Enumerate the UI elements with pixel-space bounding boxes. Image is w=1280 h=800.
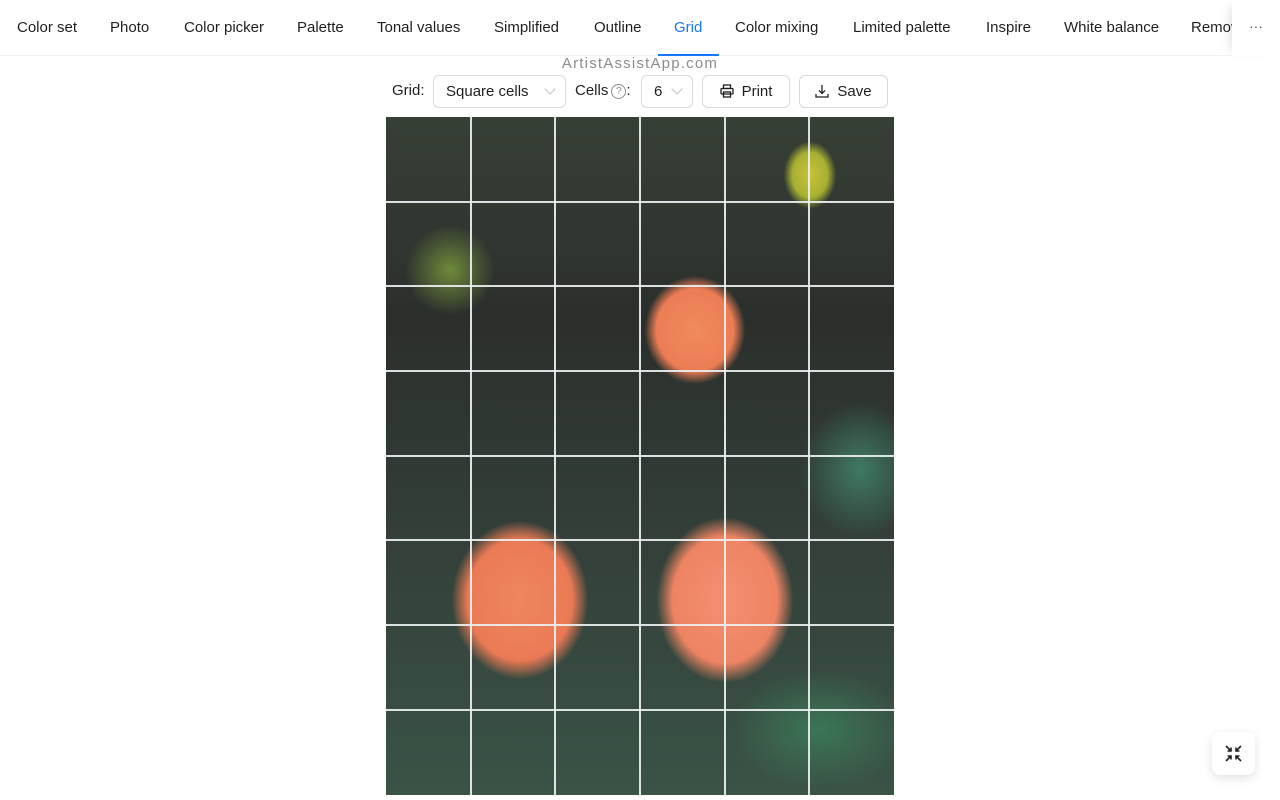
download-icon (815, 85, 830, 98)
fullscreen-exit-icon (1225, 745, 1242, 762)
tab-color-mixing[interactable]: Color mixing (735, 0, 818, 56)
print-label: Print (741, 83, 773, 100)
printer-icon (719, 84, 734, 98)
print-button[interactable]: Print (702, 75, 790, 108)
help-icon[interactable]: ? (611, 84, 627, 99)
grid-line-horizontal (386, 539, 894, 541)
save-label: Save (837, 83, 872, 100)
tab-color-set[interactable]: Color set (17, 0, 77, 56)
grid-type-value: Square cells (446, 83, 529, 100)
grid-line-horizontal (386, 285, 894, 287)
cells-label: Cells?: (575, 82, 631, 99)
watermark: ArtistAssistApp.com (561, 55, 719, 72)
grid-line-horizontal (386, 709, 894, 711)
tab-photo[interactable]: Photo (110, 0, 149, 56)
more-tabs-button[interactable]: ··· (1232, 0, 1280, 56)
grid-photo[interactable] (386, 117, 894, 795)
chevron-down-icon (544, 83, 556, 95)
tab-limited-palette[interactable]: Limited palette (853, 0, 951, 56)
tab-palette[interactable]: Palette (297, 0, 344, 56)
grid-type-select[interactable]: Square cells (433, 75, 566, 108)
grid-line-horizontal (386, 624, 894, 626)
tab-color-picker[interactable]: Color picker (184, 0, 264, 56)
grid-label: Grid: (392, 82, 425, 99)
tab-list: Color set Photo Color picker Palette Ton… (0, 0, 1232, 56)
grid-line-horizontal (386, 201, 894, 203)
tab-simplified[interactable]: Simplified (494, 0, 559, 56)
tab-inspire[interactable]: Inspire (986, 0, 1031, 56)
ellipsis-icon: ··· (1249, 18, 1263, 34)
grid-toolbar: Grid: Square cells Cells?: 6 Print Save (0, 75, 1280, 108)
tab-outline[interactable]: Outline (594, 0, 642, 56)
grid-line-horizontal (386, 370, 894, 372)
tab-white-balance[interactable]: White balance (1064, 0, 1159, 56)
cells-select[interactable]: 6 (641, 75, 693, 108)
grid-line-horizontal (386, 455, 894, 457)
cells-value: 6 (654, 83, 663, 100)
tab-grid[interactable]: Grid (674, 0, 702, 56)
tab-bar: Color set Photo Color picker Palette Ton… (0, 0, 1280, 56)
save-button[interactable]: Save (799, 75, 888, 108)
tab-remove-background[interactable]: Remove background (1191, 0, 1232, 56)
chevron-down-icon (671, 83, 683, 95)
tab-tonal-values[interactable]: Tonal values (377, 0, 460, 56)
exit-fullscreen-button[interactable] (1212, 732, 1255, 775)
